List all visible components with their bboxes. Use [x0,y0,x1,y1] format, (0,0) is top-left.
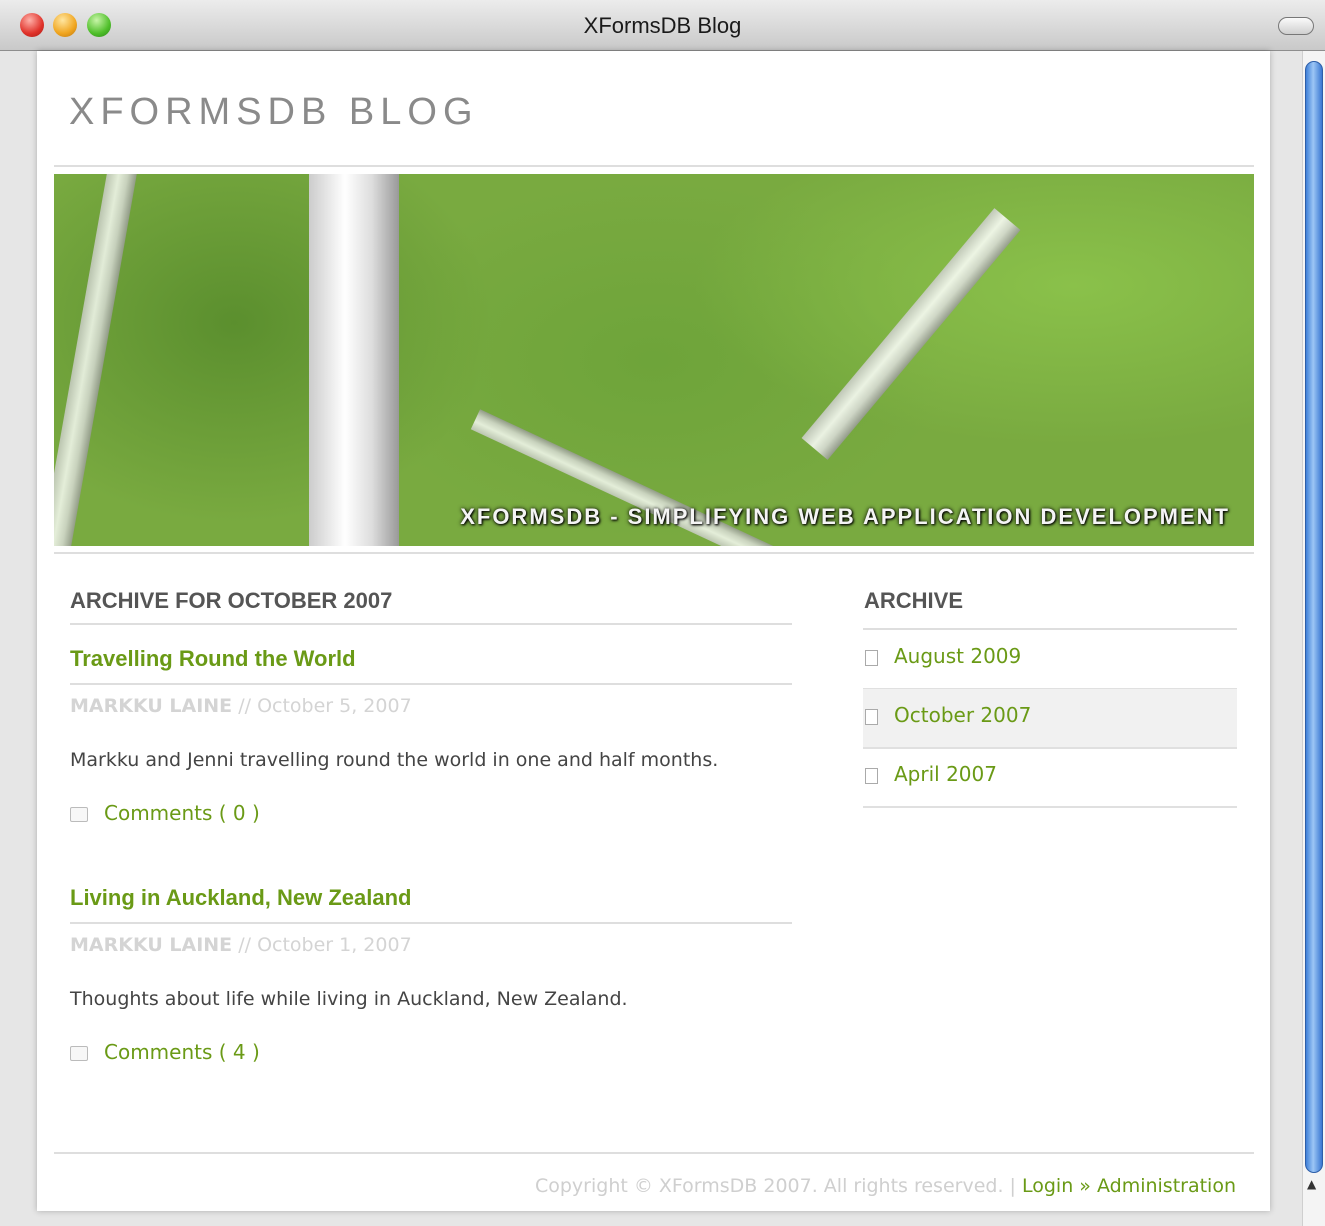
post-title[interactable]: Travelling Round the World [70,646,356,672]
post-meta: MARKKU LAINE // October 1, 2007 [70,934,412,956]
site-title[interactable]: XFORMSDB BLOG [69,91,479,134]
window-title: XFormsDB Blog [583,13,742,38]
archive-item-april-2007[interactable]: April 2007 [863,748,1237,808]
post-title[interactable]: Living in Auckland, New Zealand [70,885,411,911]
post-author: MARKKU LAINE [70,695,233,717]
footer: Copyright © XFormsDB 2007. All rights re… [534,1175,1236,1197]
blog-page: XFORMSDB BLOG XFORMSDB - SIMPLIFYING WEB… [37,51,1270,1211]
document-icon [865,650,878,666]
administration-link[interactable]: Administration [1097,1175,1236,1197]
post-excerpt: Markku and Jenni travelling round the wo… [70,749,719,771]
footer-divider [54,1152,1254,1154]
document-icon [865,709,878,725]
post-date: October 5, 2007 [257,695,412,717]
vertical-scrollbar[interactable]: ▲ [1302,51,1325,1226]
comment-bubble-icon [70,807,88,822]
post-meta: MARKKU LAINE // October 5, 2007 [70,695,412,717]
banner-tagline: XFORMSDB - SIMPLIFYING WEB APPLICATION D… [460,504,1230,529]
archive-item-august-2009[interactable]: August 2009 [863,630,1237,690]
archive-item-october-2007[interactable]: October 2007 [863,689,1237,749]
archive-heading: ARCHIVE FOR OCTOBER 2007 [70,588,393,613]
comment-bubble-icon [70,1046,88,1061]
comments-link[interactable]: Comments ( 4 ) [70,1040,260,1064]
login-link[interactable]: Login [1022,1175,1073,1197]
post-excerpt: Thoughts about life while living in Auck… [70,988,628,1010]
birch-trunk [309,174,399,546]
toolbar-toggle-button[interactable] [1278,17,1314,35]
post-date: October 1, 2007 [257,934,412,956]
header-banner-image: XFORMSDB - SIMPLIFYING WEB APPLICATION D… [54,174,1254,546]
comments-link[interactable]: Comments ( 0 ) [70,801,260,825]
window-titlebar: XFormsDB Blog [0,0,1325,51]
post-author: MARKKU LAINE [70,934,233,956]
scrollbar-thumb[interactable] [1305,61,1323,1173]
header-divider [54,165,1254,167]
scroll-up-arrow-icon[interactable]: ▲ [1307,1177,1316,1191]
copyright-text: Copyright © XFormsDB 2007. All rights re… [534,1175,1004,1197]
document-icon [865,768,878,784]
sidebar-archive-heading: ARCHIVE [864,588,964,613]
